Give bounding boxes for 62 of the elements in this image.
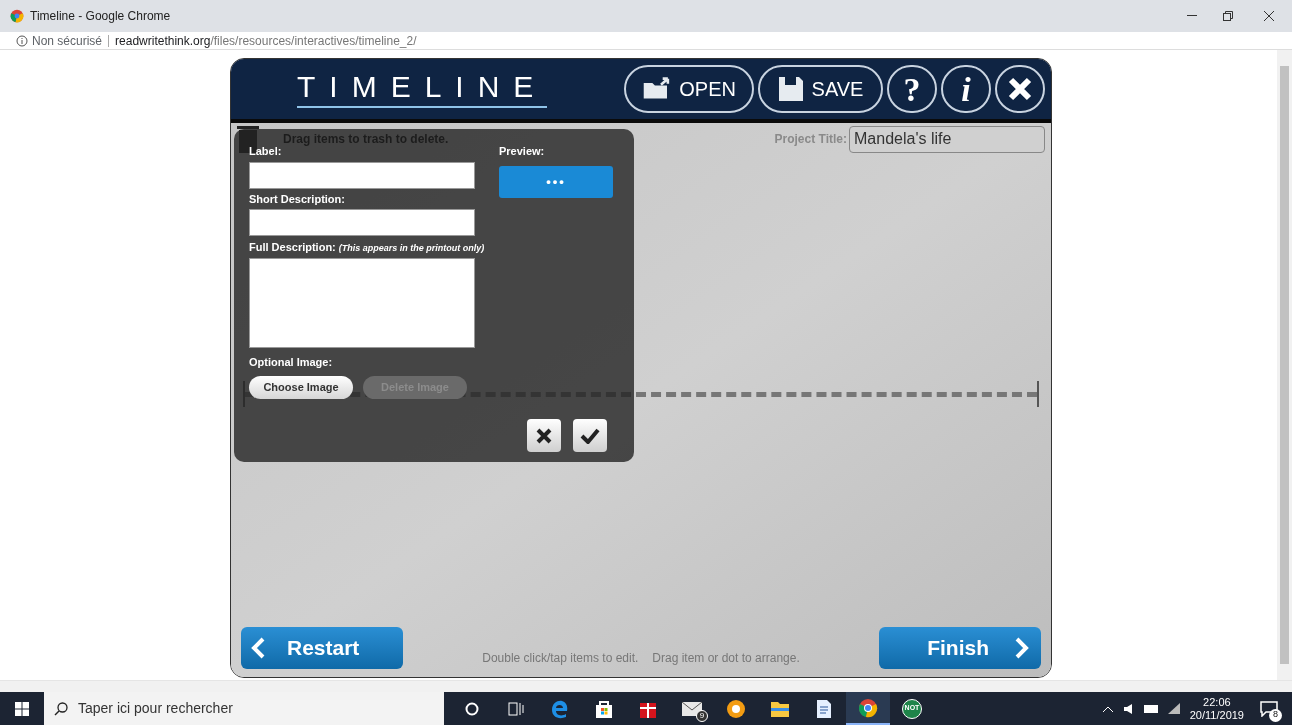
- notifications-button[interactable]: 8: [1254, 693, 1284, 724]
- open-button[interactable]: OPEN: [624, 65, 754, 113]
- info-button[interactable]: i: [941, 65, 991, 113]
- field-label: Short Description:: [249, 191, 345, 207]
- speaker-icon[interactable]: [1123, 702, 1134, 715]
- shopping-bag-icon: [594, 698, 614, 719]
- windows-logo-icon: [15, 701, 29, 716]
- task-view-icon: [508, 701, 524, 716]
- horizontal-scrollbar[interactable]: [0, 680, 1292, 692]
- battery-icon[interactable]: [1143, 704, 1158, 713]
- project-title-field[interactable]: Mandela's life: [849, 125, 1045, 153]
- taskbar-app-button[interactable]: 9: [670, 692, 714, 725]
- circle-icon: [465, 701, 479, 716]
- document-icon: [816, 698, 832, 719]
- chrome-logo-icon: [858, 697, 878, 718]
- full-description-input[interactable]: [249, 257, 475, 348]
- taskbar-app-button[interactable]: [846, 692, 890, 725]
- count-badge: 9: [696, 710, 708, 722]
- clock-date: 20/11/2019: [1189, 708, 1244, 722]
- help-button[interactable]: ?: [887, 65, 937, 113]
- count-badge: 8: [1269, 708, 1282, 722]
- restart-button[interactable]: Restart: [241, 627, 403, 669]
- finish-button[interactable]: Finish: [879, 627, 1041, 669]
- window-title: Timeline - Google Chrome: [30, 8, 171, 25]
- preview-card: •••: [499, 165, 613, 198]
- confirm-button[interactable]: [573, 419, 607, 452]
- taskbar-search-field[interactable]: Taper ici pour rechercher: [44, 692, 444, 725]
- timeline-logo: TIMELINE: [297, 70, 548, 108]
- save-button[interactable]: SAVE: [758, 65, 883, 113]
- speech-bubble-icon: [1260, 700, 1278, 717]
- project-title-label: Project Title:: [774, 131, 847, 148]
- chevron-up-icon[interactable]: [1101, 704, 1114, 713]
- footer-hint: Double click/tap items to edit.: [482, 650, 639, 667]
- short-description-input[interactable]: [249, 209, 475, 236]
- footer-hint: Drag item or dot to arrange.: [652, 650, 800, 667]
- field-label: Optional Image:: [249, 354, 333, 370]
- field-label: Label:: [249, 144, 282, 159]
- security-label: Non sécurisé: [32, 34, 110, 47]
- close-icon: [1264, 11, 1274, 21]
- envelope-icon: [681, 700, 703, 717]
- close-icon: [1007, 76, 1033, 102]
- clock-time: 22:06: [1203, 695, 1231, 709]
- field-label: Full Description: (This appears in the printout only): [249, 240, 485, 255]
- wifi-icon[interactable]: [1167, 703, 1180, 714]
- checkmark-icon: [580, 427, 600, 444]
- e-logo-icon: [550, 698, 570, 719]
- vertical-scrollbar[interactable]: [1277, 50, 1292, 680]
- chevron-left-icon: [251, 637, 265, 659]
- chrome-logo-icon: [10, 9, 24, 23]
- preview-label: Preview:: [499, 144, 546, 159]
- label-input[interactable]: [249, 161, 475, 189]
- close-icon: [536, 427, 552, 444]
- cancel-button[interactable]: [527, 419, 561, 452]
- minimize-icon: [1187, 15, 1197, 17]
- folder-icon: [770, 699, 790, 718]
- close-button[interactable]: [995, 65, 1045, 113]
- search-icon: [54, 701, 68, 716]
- url-text: readwritethink.org/files/resources/interactives/timeline_2/: [115, 32, 417, 50]
- choose-image-button[interactable]: Choose Image: [249, 376, 353, 399]
- info-icon: [16, 34, 28, 47]
- restore-icon: [1223, 11, 1233, 21]
- chevron-right-icon: [1015, 637, 1029, 659]
